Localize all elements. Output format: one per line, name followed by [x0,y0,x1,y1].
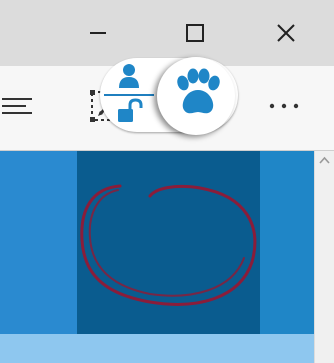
minimize-icon [90,32,106,34]
toggle-divider [104,94,154,96]
scroll-up-icon[interactable] [315,153,334,169]
vertical-scrollbar[interactable] [314,151,334,363]
minimize-button[interactable] [68,0,128,66]
extension-panel [77,151,260,334]
hub-button[interactable] [0,80,46,132]
close-button[interactable] [256,0,316,66]
user-icon [119,64,139,88]
unlock-icon [118,98,143,122]
paw-icon [177,68,220,114]
close-icon [277,24,295,42]
page-content [0,151,315,363]
more-button[interactable] [258,80,310,132]
hub-menu-icon [2,98,32,114]
lower-band [0,334,315,363]
page-background [0,151,77,334]
more-icon [269,103,299,109]
maximize-icon [186,24,204,42]
title-bar [0,0,334,66]
